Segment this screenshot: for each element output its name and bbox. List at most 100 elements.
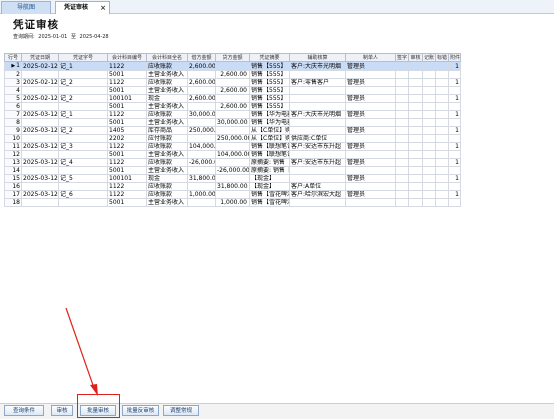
table-cell[interactable] [289,150,346,159]
table-cell[interactable] [408,190,423,199]
table-cell[interactable] [21,118,59,127]
column-header[interactable]: 会计科目编号 [107,53,147,62]
table-cell[interactable] [395,102,409,111]
row-number-cell[interactable]: 16 [4,182,22,191]
table-cell[interactable]: 【现金】 [249,182,290,191]
table-cell[interactable]: 销售【555】 [249,102,290,111]
table-cell[interactable]: 销售【联想笔记本】 [249,142,290,151]
table-cell[interactable] [435,102,449,111]
table-cell[interactable]: 管理员 [345,142,396,151]
close-icon[interactable]: × [100,2,106,14]
table-cell[interactable] [58,118,108,127]
table-cell[interactable] [408,150,423,159]
table-cell[interactable] [448,118,461,127]
table-cell[interactable]: 现金 [146,94,188,103]
column-header[interactable]: 制单人 [345,53,396,62]
table-cell[interactable]: 1122 [107,110,147,119]
table-cell[interactable]: 1122 [107,61,147,71]
table-cell[interactable]: 销售【555】 [249,61,290,71]
column-header[interactable]: 行号 [4,53,22,62]
row-number-cell[interactable]: 11 [4,142,22,151]
table-row[interactable]: 12 5001主营业务收入 104,000.00销售【联想笔记本】 [4,150,461,159]
table-cell[interactable] [395,134,409,143]
table-cell[interactable]: 1 [448,158,461,167]
audit-button[interactable]: 审核 [51,405,73,416]
table-cell[interactable]: 现金 [146,174,188,183]
table-cell[interactable] [448,182,461,191]
table-cell[interactable]: 31,800.00 [215,182,250,191]
table-cell[interactable] [215,110,250,119]
column-header[interactable]: 凭证字号 [58,53,108,62]
table-row[interactable]: 132025-03-12记_41122应收账款-26,000.00 原摘要: 销售… [4,158,461,167]
table-cell[interactable] [395,126,409,135]
table-row[interactable]: 16 1122 应收账款 31,800.00 【现金】 客户:A单位 [4,182,461,191]
table-cell[interactable]: 销售【555】 [249,94,290,103]
row-number-cell[interactable]: 13 [4,158,22,167]
table-cell[interactable]: 管理员 [345,158,396,167]
table-cell[interactable]: 1 [448,94,461,103]
table-cell[interactable] [215,142,250,151]
batch-audit-button[interactable]: 批量审核 [80,405,116,416]
tab-voucher-audit[interactable]: 凭证审核 × [55,1,110,14]
table-cell[interactable]: 销售【555】 [249,78,290,87]
table-cell[interactable]: 1 [448,190,461,199]
table-cell[interactable]: 销售【联想笔记本】 [249,150,290,159]
table-cell[interactable] [422,174,436,183]
column-header[interactable]: 附件张数 [448,53,461,62]
table-cell[interactable] [289,118,346,127]
table-cell[interactable] [435,174,449,183]
table-cell[interactable]: 1 [448,78,461,87]
table-cell[interactable] [448,102,461,111]
table-cell[interactable]: 31,800.00 [187,174,216,183]
column-header[interactable]: 签字 [395,53,409,62]
table-cell[interactable]: 管理员 [345,61,396,71]
table-cell[interactable]: 2025-03-12 [21,126,59,135]
table-cell[interactable] [422,110,436,119]
table-cell[interactable] [408,102,423,111]
table-cell[interactable] [21,86,59,95]
table-cell[interactable]: 管理员 [345,110,396,119]
table-cell[interactable] [289,174,346,183]
table-cell[interactable] [21,70,59,79]
table-cell[interactable]: 100101 [107,174,147,183]
table-cell[interactable]: 5001 [107,198,147,207]
table-cell[interactable]: -26,000.00 [215,166,250,175]
table-cell[interactable] [345,166,396,175]
table-cell[interactable] [215,94,250,103]
table-cell[interactable]: 记_5 [58,174,108,183]
table-cell[interactable]: 应付账款 [146,134,188,143]
table-cell[interactable] [422,142,436,151]
table-cell[interactable] [422,118,436,127]
table-cell[interactable] [187,70,216,79]
table-cell[interactable] [422,190,436,199]
table-cell[interactable] [187,102,216,111]
tab-navigation[interactable]: 导航图 [1,1,51,14]
row-number-cell[interactable]: 17 [4,190,22,199]
column-header[interactable]: 辅助核算 [289,53,346,62]
table-cell[interactable] [215,174,250,183]
table-cell[interactable] [408,61,423,71]
table-cell[interactable] [345,118,396,127]
table-cell[interactable] [58,134,108,143]
table-cell[interactable] [395,158,409,167]
table-cell[interactable] [395,190,409,199]
table-cell[interactable] [448,198,461,207]
table-cell[interactable]: 5001 [107,102,147,111]
table-cell[interactable] [422,70,436,79]
table-cell[interactable]: 1 [448,110,461,119]
table-cell[interactable]: 原摘要: 销售 [249,158,290,167]
table-cell[interactable] [187,150,216,159]
table-cell[interactable]: 应收账款 [146,110,188,119]
table-row[interactable]: 92025-03-12记_21405库存商品250,000.00 从【C单位】购入… [4,126,461,135]
table-cell[interactable]: 250,000.00 [215,134,250,143]
table-cell[interactable]: 记_1 [58,61,108,71]
row-number-cell[interactable]: 4 [4,86,22,95]
table-cell[interactable]: 原摘要: 销售【联想】 [249,166,290,175]
table-cell[interactable]: 1122 [107,78,147,87]
table-cell[interactable]: 1122 [107,182,147,191]
table-cell[interactable]: 应收账款 [146,61,188,71]
row-number-cell[interactable]: 5 [4,94,22,103]
table-cell[interactable] [435,190,449,199]
table-cell[interactable] [422,102,436,111]
table-row[interactable]: 5 2025-02-12 记_2 100101 现金 2,600.00 销售【555】 管理员… [4,94,461,103]
